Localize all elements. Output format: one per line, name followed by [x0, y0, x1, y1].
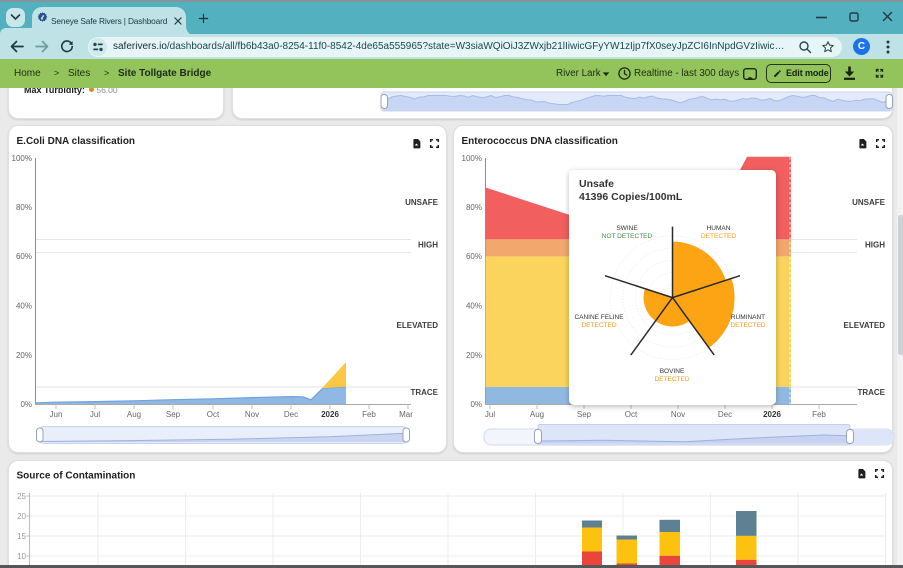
- svg-text:20%: 20%: [466, 351, 482, 360]
- svg-text:DETECTED: DETECTED: [654, 376, 689, 383]
- svg-text:ELEVATED: ELEVATED: [844, 321, 886, 330]
- svg-text:TRACE: TRACE: [857, 388, 885, 397]
- svg-text:80%: 80%: [16, 203, 32, 212]
- svg-text:BOVINE: BOVINE: [660, 368, 685, 375]
- svg-text:Jun: Jun: [50, 410, 63, 419]
- svg-text:UNSAFE: UNSAFE: [852, 198, 886, 207]
- svg-text:Source of Contamination: Source of Contamination: [17, 471, 136, 482]
- svg-text:60%: 60%: [16, 252, 32, 261]
- svg-text:Feb: Feb: [812, 410, 826, 419]
- svg-text:TRACE: TRACE: [410, 388, 438, 397]
- svg-text:Sep: Sep: [577, 410, 592, 419]
- svg-text:DETECTED: DETECTED: [581, 322, 616, 329]
- svg-text:10: 10: [17, 552, 26, 561]
- svg-text:Jul: Jul: [485, 410, 495, 419]
- svg-text:ELEVATED: ELEVATED: [397, 321, 439, 330]
- svg-text:HUMAN: HUMAN: [707, 225, 731, 232]
- svg-text:DETECTED: DETECTED: [701, 233, 736, 240]
- svg-text:40%: 40%: [466, 302, 482, 311]
- svg-text:41396 Copies/100mL: 41396 Copies/100mL: [579, 191, 683, 203]
- svg-text:HIGH: HIGH: [418, 241, 438, 250]
- svg-text:Oct: Oct: [625, 410, 638, 419]
- svg-text:Mar: Mar: [399, 410, 413, 419]
- svg-text:NOT DETECTED: NOT DETECTED: [602, 233, 653, 240]
- svg-text:60%: 60%: [466, 252, 482, 261]
- svg-text:Oct: Oct: [207, 410, 220, 419]
- svg-text:15: 15: [17, 532, 26, 541]
- svg-text:20%: 20%: [16, 351, 32, 360]
- svg-text:SWINE: SWINE: [616, 225, 638, 232]
- svg-text:HIGH: HIGH: [865, 241, 885, 250]
- svg-text:RUMINANT: RUMINANT: [731, 314, 765, 321]
- svg-text:2026: 2026: [321, 410, 339, 419]
- svg-text:Sep: Sep: [166, 410, 181, 419]
- svg-text:0%: 0%: [470, 400, 482, 409]
- svg-text:DETECTED: DETECTED: [730, 322, 765, 329]
- svg-text:Nov: Nov: [671, 410, 685, 419]
- svg-text:Dec: Dec: [284, 410, 298, 419]
- svg-text:80%: 80%: [466, 203, 482, 212]
- svg-text:E.Coli DNA classification: E.Coli DNA classification: [17, 136, 136, 147]
- svg-text:Unsafe: Unsafe: [579, 178, 614, 190]
- svg-text:Nov: Nov: [245, 410, 259, 419]
- svg-text:Aug: Aug: [127, 410, 141, 419]
- svg-text:100%: 100%: [462, 154, 482, 163]
- svg-text:25: 25: [17, 492, 26, 501]
- svg-text:2026: 2026: [763, 410, 781, 419]
- svg-text:Aug: Aug: [530, 410, 544, 419]
- svg-text:Dec: Dec: [718, 410, 732, 419]
- svg-text:UNSAFE: UNSAFE: [405, 198, 439, 207]
- svg-text:CANINE FELINE: CANINE FELINE: [574, 314, 624, 321]
- svg-text:100%: 100%: [12, 154, 32, 163]
- svg-text:Feb: Feb: [362, 410, 376, 419]
- svg-text:0%: 0%: [20, 400, 32, 409]
- svg-text:20: 20: [17, 512, 26, 521]
- svg-text:Enterococcus DNA classificatio: Enterococcus DNA classification: [462, 136, 618, 147]
- svg-text:40%: 40%: [16, 302, 32, 311]
- svg-text:Jul: Jul: [90, 410, 100, 419]
